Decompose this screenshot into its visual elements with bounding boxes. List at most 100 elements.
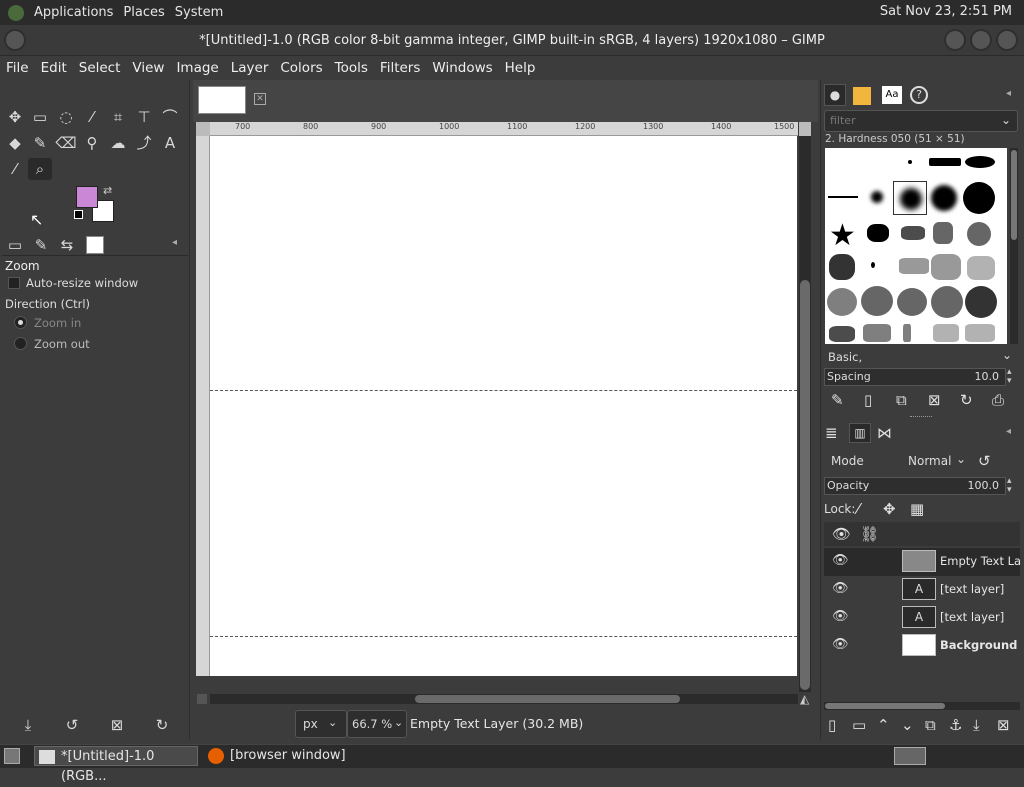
applications-menu[interactable]: Applications (34, 5, 113, 20)
spacing-spinner-icon[interactable]: ▴ ▾ (1007, 368, 1012, 386)
anchor-layer-icon[interactable]: ⚓ (949, 716, 962, 734)
patterns-tab-icon[interactable] (853, 87, 871, 105)
new-layer-icon[interactable]: ▯ (828, 716, 836, 734)
unit-select[interactable]: px ⌄ (295, 710, 347, 738)
foreground-color-swatch[interactable] (76, 186, 98, 208)
quick-mask-corner-icon[interactable] (196, 122, 210, 136)
lock-pixels-icon[interactable]: ⁄ (857, 500, 860, 518)
brush-item[interactable] (965, 324, 995, 342)
eraser-tool-icon[interactable]: ⌫ (54, 132, 78, 154)
dock-separator[interactable] (910, 416, 932, 419)
layers-scrollbar[interactable] (824, 702, 1020, 710)
new-layer-group-icon[interactable]: ▭ (852, 716, 866, 734)
channels-tab-icon[interactable]: ▥ (849, 423, 871, 443)
menu-select[interactable]: Select (73, 60, 127, 76)
auto-resize-label[interactable]: Auto-resize window (26, 276, 138, 290)
apps-icon[interactable] (8, 4, 24, 21)
open-brush-as-image-icon[interactable]: ⎙ (992, 391, 1004, 409)
navigate-corner-icon[interactable] (799, 122, 811, 136)
edit-brush-icon[interactable]: ✎ (831, 391, 844, 409)
reset-mode-icon[interactable]: ↺ (978, 452, 991, 470)
brush-item[interactable] (871, 262, 875, 268)
image-canvas[interactable] (210, 136, 797, 676)
brush-item[interactable] (863, 324, 891, 342)
paths-tab-icon[interactable]: ⋈ (877, 424, 892, 442)
layers-tab-icon[interactable]: ≣ (825, 424, 838, 442)
brush-grid[interactable]: ★ (825, 148, 1007, 344)
layer-row[interactable]: 👁 A [text layer] (824, 576, 1020, 604)
swap-colors-icon[interactable]: ⇄ (103, 184, 112, 197)
delete-brush-icon[interactable]: ⊠ (928, 391, 941, 409)
maximize-button[interactable] (970, 29, 992, 51)
menu-image[interactable]: Image (170, 60, 224, 76)
paintbrush-tool-icon[interactable]: ✎ (28, 132, 52, 154)
panel-menu-icon[interactable]: ◂ (1006, 88, 1011, 99)
mode-select[interactable]: Normal ⌄ (900, 449, 970, 473)
zoom-tool-icon[interactable]: ⌕ (28, 158, 52, 180)
brush-item[interactable] (965, 156, 995, 168)
menu-tools[interactable]: Tools (329, 60, 374, 76)
new-brush-icon[interactable]: ▯ (864, 391, 872, 409)
spacing-slider[interactable]: Spacing 10.0 (824, 368, 1006, 386)
clock[interactable]: Sat Nov 23, 2:51 PM (880, 4, 1012, 19)
menu-colors[interactable]: Colors (274, 60, 328, 76)
brush-item[interactable] (827, 288, 857, 316)
brush-item[interactable] (908, 160, 912, 164)
brush-item[interactable] (967, 222, 991, 246)
brush-item[interactable] (967, 256, 995, 280)
eye-icon[interactable]: 👁 (832, 581, 849, 596)
vertical-scroll-thumb[interactable] (800, 280, 810, 690)
eye-icon[interactable]: 👁 (832, 637, 849, 652)
taskbar-item-gimp[interactable]: *[Untitled]-1.0 (RGB... (34, 746, 198, 784)
brush-item[interactable] (903, 324, 911, 342)
smudge-tool-icon[interactable]: ☁ (106, 132, 130, 154)
tool-options-tab-icon[interactable]: ▭ (3, 234, 27, 256)
layer-row[interactable]: 👁 Empty Text Layer (824, 548, 1020, 576)
lock-position-icon[interactable]: ✥ (883, 500, 896, 518)
taskbar-item-browser[interactable]: [browser window] (204, 746, 384, 766)
zoom-out-radio[interactable] (14, 337, 27, 350)
auto-resize-checkbox[interactable] (8, 277, 20, 289)
minimize-button[interactable] (944, 29, 966, 51)
zoom-in-radio[interactable] (14, 316, 27, 329)
lasso-tool-icon[interactable]: ◌ (54, 106, 78, 128)
clone-tool-icon[interactable]: ⚲ (80, 132, 104, 154)
brush-item[interactable] (929, 158, 961, 166)
brush-item[interactable] (933, 324, 959, 342)
zoom-select[interactable]: 66.7 % ⌄ (347, 710, 407, 738)
menu-edit[interactable]: Edit (35, 60, 73, 76)
menu-file[interactable]: File (0, 60, 35, 76)
lock-alpha-icon[interactable]: ▦ (910, 500, 924, 518)
menu-windows[interactable]: Windows (426, 60, 498, 76)
brush-item-selected[interactable] (893, 181, 927, 215)
save-tool-preset-icon[interactable]: ⤓ (16, 714, 40, 736)
brush-item[interactable] (899, 258, 929, 274)
brush-grid-scrollbar[interactable] (1010, 148, 1018, 344)
delete-tool-preset-icon[interactable]: ⊠ (105, 714, 129, 736)
brush-item[interactable] (933, 222, 953, 244)
fonts-tab-icon[interactable]: Aa (882, 86, 902, 104)
zoom-in-label[interactable]: Zoom in (34, 316, 81, 330)
undo-history-tab-icon[interactable]: ⇆ (55, 234, 79, 256)
canvas-pointer-corner[interactable] (197, 694, 207, 704)
menu-layer[interactable]: Layer (225, 60, 275, 76)
images-tab-icon[interactable] (86, 236, 104, 254)
panel-menu-icon[interactable]: ◂ (1006, 426, 1011, 437)
restore-tool-preset-icon[interactable]: ↺ (60, 714, 84, 736)
eye-icon[interactable]: 👁 (832, 609, 849, 624)
menu-filters[interactable]: Filters (374, 60, 426, 76)
opacity-slider[interactable]: Opacity 100.0 (824, 477, 1006, 495)
layer-row[interactable]: 👁 Background (824, 632, 1020, 660)
merge-layer-icon[interactable]: ⤓ (973, 716, 980, 734)
vertical-ruler[interactable] (196, 136, 210, 676)
image-tab-thumbnail[interactable] (198, 86, 246, 114)
brush-item[interactable] (871, 191, 883, 203)
brush-item[interactable] (901, 226, 925, 240)
close-button[interactable] (996, 29, 1018, 51)
crop-tool-icon[interactable]: ⌗ (106, 106, 130, 128)
horizontal-scroll-thumb[interactable] (415, 695, 680, 703)
brush-item[interactable] (861, 286, 893, 316)
menu-help[interactable]: Help (499, 60, 542, 76)
fuzzy-select-tool-icon[interactable]: ⁄ (80, 106, 104, 128)
move-tool-icon[interactable]: ✥ (3, 106, 27, 128)
